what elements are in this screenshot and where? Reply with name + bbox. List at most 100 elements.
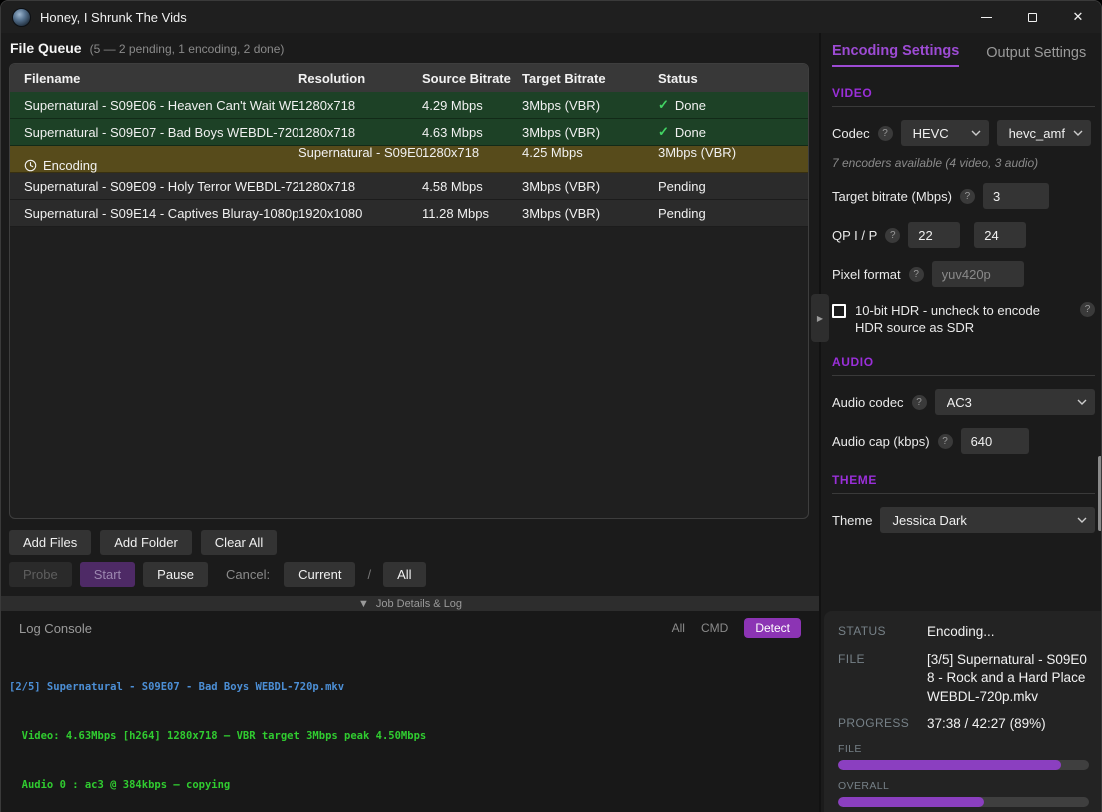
cancel-current-button[interactable]: Current bbox=[284, 562, 355, 587]
window-title: Honey, I Shrunk The Vids bbox=[40, 10, 187, 25]
cancel-label: Cancel: bbox=[226, 567, 270, 582]
log-console-title: Log Console bbox=[19, 621, 92, 636]
pixel-format-input[interactable] bbox=[932, 261, 1024, 287]
cell-filename: Supernatural - S09E07 - Bad Boys WEBDL-7… bbox=[24, 125, 298, 140]
log-console: Log Console All CMD Detect [2/5] Superna… bbox=[1, 611, 819, 812]
status-label: STATUS bbox=[838, 623, 913, 638]
help-icon[interactable]: ? bbox=[938, 434, 953, 449]
theme-label: Theme bbox=[832, 513, 872, 528]
cell-source-bitrate: 11.28 Mbps bbox=[422, 206, 522, 221]
main-panel: File Queue (5 — 2 pending, 1 encoding, 2… bbox=[1, 33, 819, 812]
table-row[interactable]: Supernatural - S09E09 - Holy Terror WEBD… bbox=[10, 173, 808, 200]
file-queue-table: Filename Resolution Source Bitrate Targe… bbox=[9, 63, 809, 519]
cell-source-bitrate: 4.58 Mbps bbox=[422, 179, 522, 194]
cell-resolution: 1280x718 bbox=[422, 145, 522, 160]
cell-status: ✓Done bbox=[658, 124, 808, 140]
overall-progress-bar bbox=[838, 797, 1089, 807]
pixel-format-label: Pixel format bbox=[832, 267, 901, 282]
start-button[interactable]: Start bbox=[80, 562, 135, 587]
app-window: Honey, I Shrunk The Vids ✕ File Queue (5… bbox=[0, 0, 1102, 812]
cell-target-bitrate: 3Mbps (VBR) bbox=[522, 206, 658, 221]
theme-select[interactable]: Jessica Dark bbox=[880, 507, 1095, 533]
cell-target-bitrate: 3Mbps (VBR) bbox=[522, 98, 658, 113]
video-section-header: VIDEO bbox=[832, 86, 1095, 107]
log-filter-cmd[interactable]: CMD bbox=[701, 621, 728, 635]
hdr-checkbox[interactable] bbox=[832, 304, 846, 318]
collapse-icon: ▼ bbox=[358, 598, 369, 610]
job-details-toggle[interactable]: ▼ Job Details & Log bbox=[1, 596, 819, 611]
cell-status: Encoding bbox=[24, 158, 298, 173]
job-details-label: Job Details & Log bbox=[376, 598, 462, 610]
cell-resolution: 1280x718 bbox=[298, 125, 422, 140]
file-progress-fill bbox=[838, 760, 1061, 770]
help-icon[interactable]: ? bbox=[1080, 302, 1095, 317]
help-icon[interactable]: ? bbox=[878, 126, 893, 141]
overall-bar-label: OVERALL bbox=[838, 780, 1089, 792]
cell-resolution: 1920x1080 bbox=[298, 206, 422, 221]
tab-encoding-settings[interactable]: Encoding Settings bbox=[832, 43, 959, 67]
chevron-down-icon bbox=[1073, 130, 1083, 136]
chevron-down-icon bbox=[1077, 399, 1087, 405]
file-progress-bar bbox=[838, 760, 1089, 770]
cell-filename: Supernatural - S09E14 - Captives Bluray-… bbox=[24, 206, 298, 221]
target-bitrate-input[interactable] bbox=[983, 183, 1049, 209]
file-queue-title: File Queue bbox=[10, 40, 82, 56]
table-row[interactable]: Supernatural - S09E06 - Heaven Can't Wai… bbox=[10, 92, 808, 119]
cell-filename: Supernatural - S09E06 - Heaven Can't Wai… bbox=[24, 98, 298, 113]
panel-collapse-handle[interactable]: ▶ bbox=[811, 294, 829, 342]
audio-codec-label: Audio codec bbox=[832, 395, 904, 410]
progress-label: PROGRESS bbox=[838, 715, 913, 730]
table-row[interactable]: Supernatural - S09E07 - Bad Boys WEBDL-7… bbox=[10, 119, 808, 146]
pause-button[interactable]: Pause bbox=[143, 562, 208, 587]
qp-label: QP I / P bbox=[832, 228, 877, 243]
progress-value: 37:38 / 42:27 (89%) bbox=[927, 715, 1089, 734]
qp-p-input[interactable] bbox=[974, 222, 1026, 248]
log-filter-all[interactable]: All bbox=[672, 621, 685, 635]
log-output[interactable]: [2/5] Supernatural - S09E07 - Bad Boys W… bbox=[1, 642, 819, 812]
cell-target-bitrate: 3Mbps (VBR) bbox=[658, 145, 808, 160]
qp-i-input[interactable] bbox=[908, 222, 960, 248]
cancel-separator: / bbox=[367, 567, 371, 582]
file-value: [3/5] Supernatural - S09E08 - Rock and a… bbox=[927, 651, 1089, 707]
hdr-label: 10-bit HDR - uncheck to encode HDR sourc… bbox=[855, 302, 1053, 336]
cell-source-bitrate: 4.25 Mbps bbox=[522, 145, 658, 160]
minimize-button[interactable] bbox=[963, 1, 1009, 33]
clear-all-button[interactable]: Clear All bbox=[201, 530, 277, 555]
maximize-icon bbox=[1028, 13, 1037, 22]
help-icon[interactable]: ? bbox=[885, 228, 900, 243]
table-row-encoding[interactable]: Supernatural - S09E08 - Rock and a Hard … bbox=[10, 146, 808, 173]
add-folder-button[interactable]: Add Folder bbox=[100, 530, 192, 555]
minimize-icon bbox=[981, 17, 992, 18]
audio-cap-input[interactable] bbox=[961, 428, 1029, 454]
probe-button[interactable]: Probe bbox=[9, 562, 72, 587]
file-queue-header: File Queue (5 — 2 pending, 1 encoding, 2… bbox=[10, 40, 284, 56]
help-icon[interactable]: ? bbox=[912, 395, 927, 410]
file-bar-label: FILE bbox=[838, 743, 1089, 755]
job-status-panel: STATUS Encoding... FILE [3/5] Supernatur… bbox=[824, 611, 1102, 812]
help-icon[interactable]: ? bbox=[909, 267, 924, 282]
cell-target-bitrate: 3Mbps (VBR) bbox=[522, 179, 658, 194]
cell-filename: Supernatural - S09E08 - Rock and a Hard … bbox=[298, 145, 422, 160]
col-resolution: Resolution bbox=[298, 71, 422, 86]
tab-output-settings[interactable]: Output Settings bbox=[986, 45, 1086, 67]
clock-icon bbox=[24, 159, 37, 172]
log-filter-detect[interactable]: Detect bbox=[744, 618, 801, 638]
close-button[interactable]: ✕ bbox=[1055, 1, 1101, 33]
audio-codec-select[interactable]: AC3 bbox=[935, 389, 1095, 415]
help-icon[interactable]: ? bbox=[960, 189, 975, 204]
add-files-button[interactable]: Add Files bbox=[9, 530, 91, 555]
cancel-all-button[interactable]: All bbox=[383, 562, 425, 587]
table-row[interactable]: Supernatural - S09E14 - Captives Bluray-… bbox=[10, 200, 808, 227]
encoder-select[interactable]: hevc_amf ( bbox=[997, 120, 1091, 146]
maximize-button[interactable] bbox=[1009, 1, 1055, 33]
codec-select[interactable]: HEVC bbox=[901, 120, 989, 146]
log-line: Audio 0 : ac3 @ 384kbps — copying bbox=[9, 777, 819, 793]
col-source-bitrate: Source Bitrate bbox=[422, 71, 522, 86]
expand-icon: ▶ bbox=[817, 314, 823, 323]
col-status: Status bbox=[658, 71, 808, 86]
close-icon: ✕ bbox=[1073, 9, 1084, 25]
cell-source-bitrate: 4.63 Mbps bbox=[422, 125, 522, 140]
col-target-bitrate: Target Bitrate bbox=[522, 71, 658, 86]
cell-resolution: 1280x718 bbox=[298, 179, 422, 194]
scrollbar-thumb[interactable] bbox=[1098, 456, 1102, 531]
